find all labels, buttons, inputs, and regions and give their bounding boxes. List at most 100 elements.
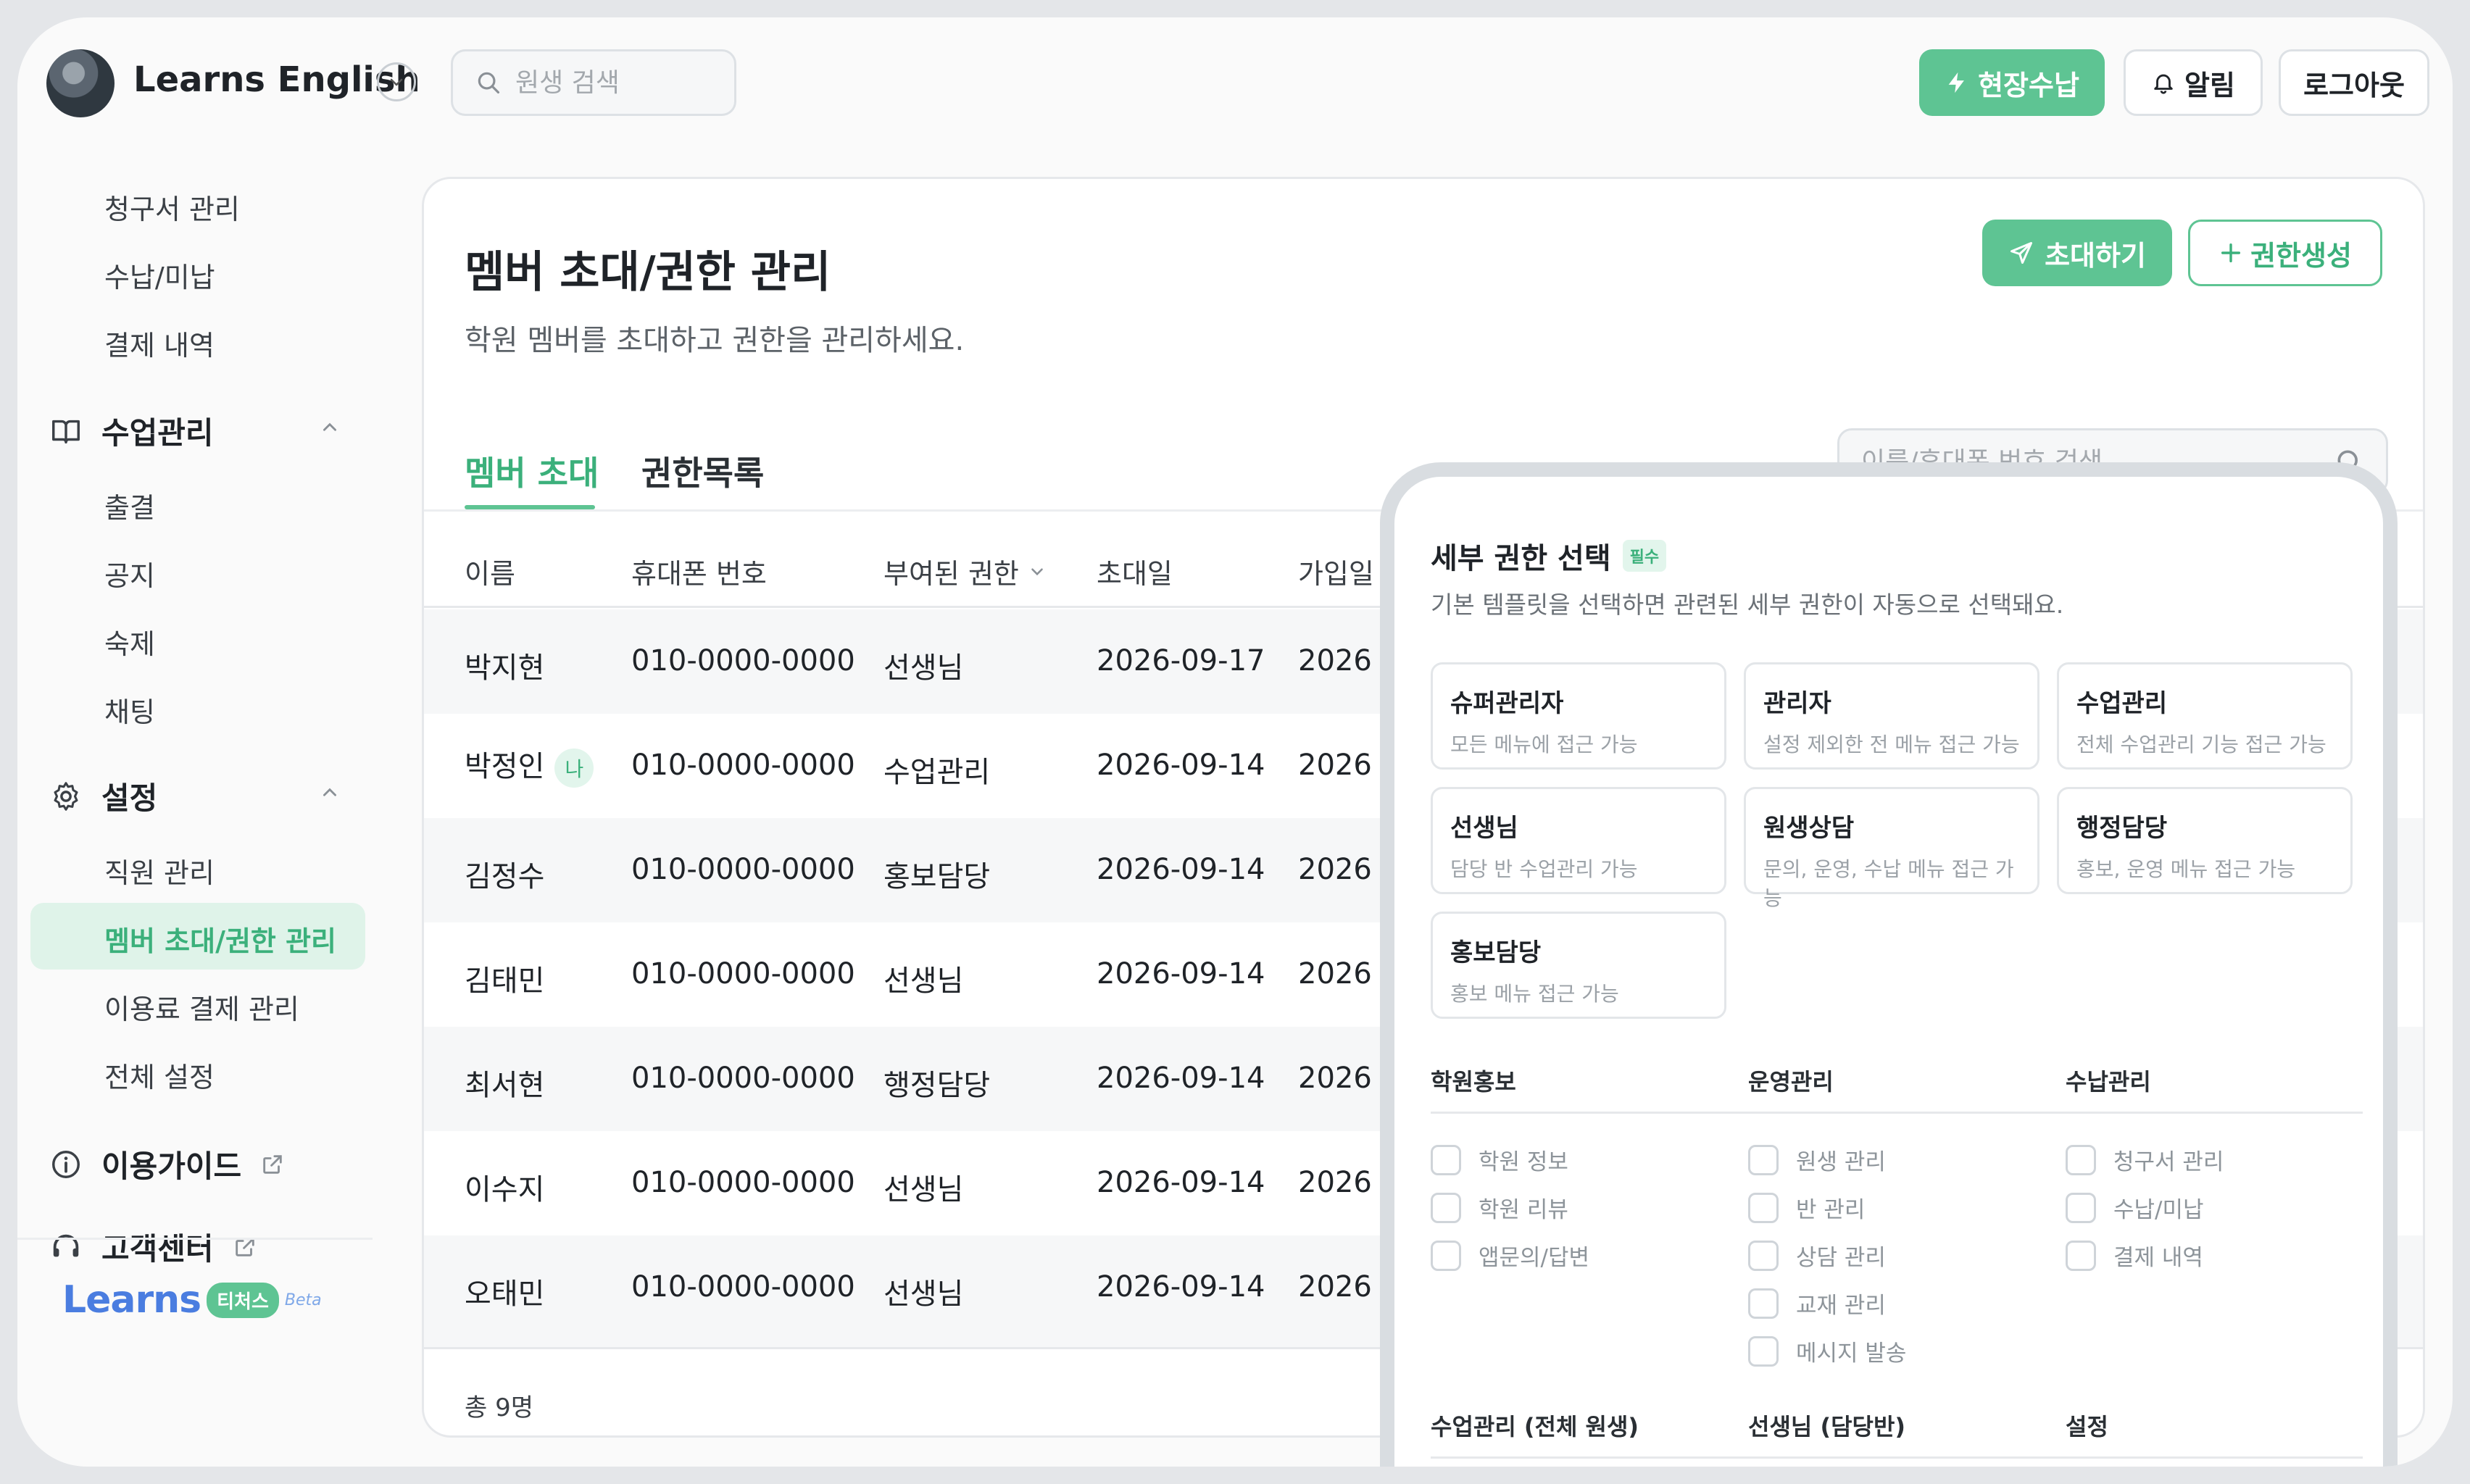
- member-role: 선생님: [883, 964, 964, 998]
- column-header-sortable[interactable]: 부여된 권한: [883, 551, 1047, 591]
- join-date: 2026: [1298, 1270, 1372, 1304]
- checkbox-student-management[interactable]: 원생 관리: [1748, 1143, 1886, 1176]
- sidebar-divider: [17, 1238, 373, 1240]
- template-marketing[interactable]: 홍보담당 홍보 메뉴 접근 가능: [1431, 912, 1726, 1019]
- sidebar-item-attendance[interactable]: 출결: [104, 485, 155, 525]
- invite-date: 2026-09-14: [1097, 853, 1265, 886]
- invite-date: 2026-09-17: [1097, 644, 1265, 678]
- template-super-admin[interactable]: 슈퍼관리자 모든 메뉴에 접근 가능: [1431, 662, 1726, 770]
- member-name: 오태민: [465, 1277, 545, 1311]
- member-total-count: 총 9명: [465, 1393, 533, 1422]
- sidebar-item-payments[interactable]: 수납/미납: [104, 255, 215, 295]
- active-tab-indicator: [465, 505, 595, 509]
- join-date: 2026: [1298, 749, 1372, 782]
- member-name: 박정인 나: [465, 743, 594, 788]
- group-header-operations: 운영관리: [1748, 1068, 1834, 1096]
- plus-icon: [2221, 243, 2241, 263]
- sidebar-item-payment-history[interactable]: 결제 내역: [104, 323, 215, 363]
- sidebar-item-notice[interactable]: 공지: [104, 554, 155, 593]
- template-admin-staff[interactable]: 행정담당 홍보, 운영 메뉴 접근 가능: [2057, 787, 2353, 894]
- member-role: 선생님: [883, 651, 964, 685]
- template-teacher[interactable]: 선생님 담당 반 수업관리 가능: [1431, 787, 1726, 894]
- column-header: 가입일: [1298, 558, 1374, 590]
- member-role: 행정담당: [883, 1069, 991, 1102]
- invite-date: 2026-09-14: [1097, 1270, 1265, 1304]
- academy-avatar[interactable]: [46, 49, 115, 117]
- lightning-icon: [1948, 72, 1964, 93]
- checkbox-payment-history[interactable]: 결제 내역: [2066, 1239, 2203, 1272]
- invite-date: 2026-09-14: [1097, 1166, 1265, 1199]
- group-divider: [1431, 1456, 2363, 1459]
- notification-button[interactable]: 알림: [2124, 49, 2263, 116]
- student-search[interactable]: [451, 49, 736, 116]
- sidebar-item-subscription[interactable]: 이용료 결제 관리: [104, 987, 299, 1027]
- student-search-input[interactable]: [515, 67, 718, 98]
- create-permission-button[interactable]: 권한생성: [2188, 220, 2382, 286]
- sidebar-item-support[interactable]: 고객센터: [49, 1225, 257, 1269]
- invite-date: 2026-09-14: [1097, 1062, 1265, 1095]
- brand-logo: Learns 티처스 Beta: [62, 1278, 322, 1322]
- invite-button[interactable]: 초대하기: [1982, 220, 2172, 286]
- member-name: 박지현: [465, 651, 545, 685]
- checkbox-academy-review[interactable]: 학원 리뷰: [1431, 1191, 1568, 1224]
- sidebar-group-class[interactable]: 수업관리: [49, 409, 214, 453]
- sidebar-item-member-invite-label: 멤버 초대/권한 관리: [104, 925, 337, 957]
- sidebar: 청구서 관리 수납/미납 결제 내역 수업관리 출결 공지 숙제 채팅 설정 직…: [17, 148, 373, 1467]
- member-name: 이수지: [465, 1173, 545, 1206]
- template-counselor[interactable]: 원생상담 문의, 운영, 수납 메뉴 접근 가능: [1744, 787, 2039, 910]
- sidebar-item-staff[interactable]: 직원 관리: [104, 851, 215, 891]
- sidebar-item-invoices[interactable]: 청구서 관리: [104, 187, 240, 227]
- member-role: 홍보담당: [883, 860, 991, 893]
- sidebar-item-guide[interactable]: 이용가이드: [49, 1142, 285, 1186]
- info-icon: [49, 1148, 83, 1181]
- checkbox-app-inquiry[interactable]: 앱문의/답변: [1431, 1239, 1589, 1272]
- column-header: 휴대폰 번호: [631, 558, 767, 590]
- checkbox-academy-info[interactable]: 학원 정보: [1431, 1143, 1568, 1176]
- checkbox-payment-status[interactable]: 수납/미납: [2066, 1191, 2204, 1224]
- sidebar-item-chat[interactable]: 채팅: [104, 690, 155, 730]
- member-phone: 010-0000-0000: [631, 1270, 855, 1304]
- invite-date: 2026-09-14: [1097, 957, 1265, 991]
- sidebar-group-settings[interactable]: 설정: [49, 774, 157, 818]
- join-date: 2026: [1298, 957, 1372, 991]
- onsite-payment-button[interactable]: 현장수납: [1919, 49, 2105, 116]
- column-header: 초대일: [1097, 558, 1173, 590]
- member-phone: 010-0000-0000: [631, 853, 855, 886]
- chevron-up-icon[interactable]: [320, 417, 339, 443]
- sidebar-item-homework[interactable]: 숙제: [104, 622, 155, 662]
- logout-button[interactable]: 로그아웃: [2279, 49, 2429, 116]
- chevron-down-icon: [1031, 567, 1043, 575]
- tab-permission-list[interactable]: 권한목록: [641, 447, 764, 495]
- external-link-icon: [263, 1154, 282, 1174]
- member-phone: 010-0000-0000: [631, 1166, 855, 1199]
- member-name: 김정수: [465, 860, 545, 893]
- panel-description: 기본 템플릿을 선택하면 관련된 세부 권한이 자동으로 선택돼요.: [1431, 591, 2064, 619]
- chevron-up-icon[interactable]: [320, 783, 339, 808]
- checkbox-message-send[interactable]: 메시지 발송: [1748, 1335, 1906, 1367]
- group-header-marketing: 학원홍보: [1431, 1068, 1516, 1096]
- group-header-teacher-class: 선생님 (담당반): [1748, 1413, 1906, 1441]
- checkbox-textbook-management[interactable]: 교재 관리: [1748, 1287, 1886, 1320]
- search-icon: [478, 72, 500, 94]
- chevron-down-icon[interactable]: [377, 62, 416, 101]
- app-window: Learns English 현장수납 알림 로그아웃 청구서 관리 수납/미납…: [17, 17, 2453, 1467]
- permission-detail-panel: 세부 권한 선택 필수 기본 템플릿을 선택하면 관련된 세부 권한이 자동으로…: [1380, 462, 2398, 1467]
- checkbox-invoice-management[interactable]: 청구서 관리: [2066, 1143, 2224, 1176]
- send-icon: [2010, 242, 2033, 264]
- sidebar-item-all-settings[interactable]: 전체 설정: [104, 1055, 215, 1095]
- template-class-manager[interactable]: 수업관리 전체 수업관리 기능 접근 가능: [2057, 662, 2353, 770]
- me-badge: 나: [554, 749, 594, 788]
- member-phone: 010-0000-0000: [631, 957, 855, 991]
- panel-title: 세부 권한 선택 필수: [1431, 535, 1667, 577]
- member-role: 선생님: [883, 1277, 964, 1311]
- page-title: 멤버 초대/권한 관리: [465, 247, 831, 298]
- checkbox-counsel-management[interactable]: 상담 관리: [1748, 1239, 1886, 1272]
- checkbox-class-management[interactable]: 반 관리: [1748, 1191, 1865, 1224]
- member-phone: 010-0000-0000: [631, 644, 855, 678]
- group-header-class-all: 수업관리 (전체 원생): [1431, 1413, 1639, 1441]
- tab-member-invite[interactable]: 멤버 초대: [465, 447, 599, 495]
- join-date: 2026: [1298, 1062, 1372, 1095]
- template-admin[interactable]: 관리자 설정 제외한 전 메뉴 접근 가능: [1744, 662, 2039, 770]
- column-header: 이름: [465, 558, 515, 590]
- book-icon: [49, 414, 83, 448]
